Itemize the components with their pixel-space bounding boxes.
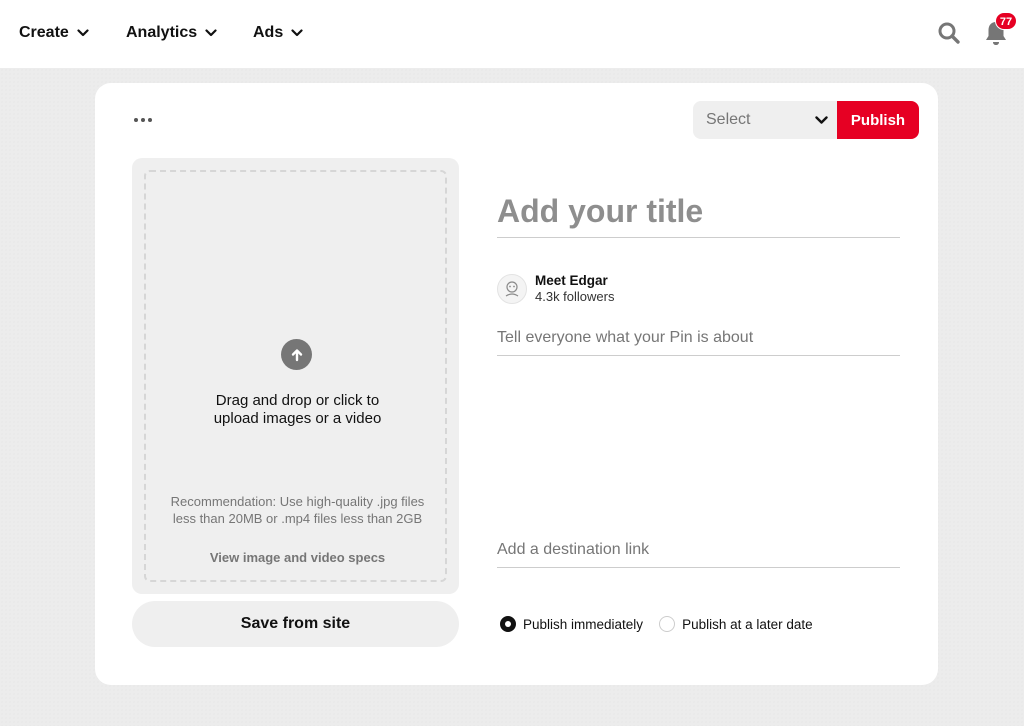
chevron-down-icon	[77, 29, 89, 37]
nav-create-label: Create	[19, 24, 69, 41]
publish-later-label: Publish at a later date	[682, 616, 813, 632]
chevron-down-icon	[815, 115, 828, 124]
nav-ads-menu[interactable]: Ads	[253, 22, 303, 44]
upload-dropzone[interactable]: Drag and drop or click to upload images …	[144, 170, 447, 582]
profile-followers: 4.3k followers	[535, 289, 615, 304]
search-button[interactable]	[936, 20, 962, 46]
view-specs-link[interactable]: View image and video specs	[134, 550, 461, 565]
upload-panel: Drag and drop or click to upload images …	[132, 158, 459, 594]
description-input[interactable]	[497, 326, 900, 356]
publish-timing-options: Publish immediately Publish at a later d…	[500, 616, 813, 632]
nav-analytics-menu[interactable]: Analytics	[126, 22, 217, 44]
publish-later-option[interactable]: Publish at a later date	[659, 616, 813, 632]
nav-ads-label: Ads	[253, 24, 284, 41]
top-nav: Create Analytics Ads 77	[0, 0, 1024, 68]
publish-immediately-label: Publish immediately	[523, 616, 644, 632]
nav-analytics-label: Analytics	[126, 24, 198, 41]
radio-unchecked-icon[interactable]	[659, 616, 676, 632]
save-from-site-button[interactable]: Save from site	[132, 601, 459, 647]
more-options-icon	[134, 118, 138, 122]
board-select[interactable]: Select	[693, 101, 838, 139]
profile-name: Meet Edgar	[535, 273, 608, 288]
board-select-value: Select	[706, 111, 751, 128]
search-icon	[938, 22, 960, 44]
upload-recommendation: Recommendation: Use high-quality .jpg fi…	[170, 494, 425, 526]
profile-text: Meet Edgar 4.3k followers	[535, 273, 614, 305]
upload-instructions: Drag and drop or click to upload images …	[134, 392, 461, 428]
destination-link-input[interactable]	[497, 538, 900, 568]
chevron-down-icon	[291, 29, 303, 37]
upload-arrow-icon	[281, 339, 312, 370]
pin-builder-card: Select Publish Drag and drop or click to…	[95, 83, 938, 685]
publish-button[interactable]: Publish	[837, 101, 919, 139]
chevron-down-icon	[205, 29, 217, 37]
upload-instructions-line2: upload images or a video	[213, 410, 382, 427]
avatar	[497, 274, 527, 304]
more-options-button[interactable]	[132, 113, 156, 127]
nav-create-menu[interactable]: Create	[19, 22, 89, 44]
profile-logo-icon	[505, 281, 519, 297]
publish-immediately-option[interactable]: Publish immediately	[500, 616, 643, 632]
upload-instructions-line1: Drag and drop or click to	[215, 392, 380, 409]
notification-count-badge: 77	[995, 12, 1017, 30]
radio-checked-icon[interactable]	[500, 616, 516, 632]
title-input[interactable]	[497, 190, 900, 238]
profile-info: Meet Edgar 4.3k followers	[497, 273, 614, 305]
